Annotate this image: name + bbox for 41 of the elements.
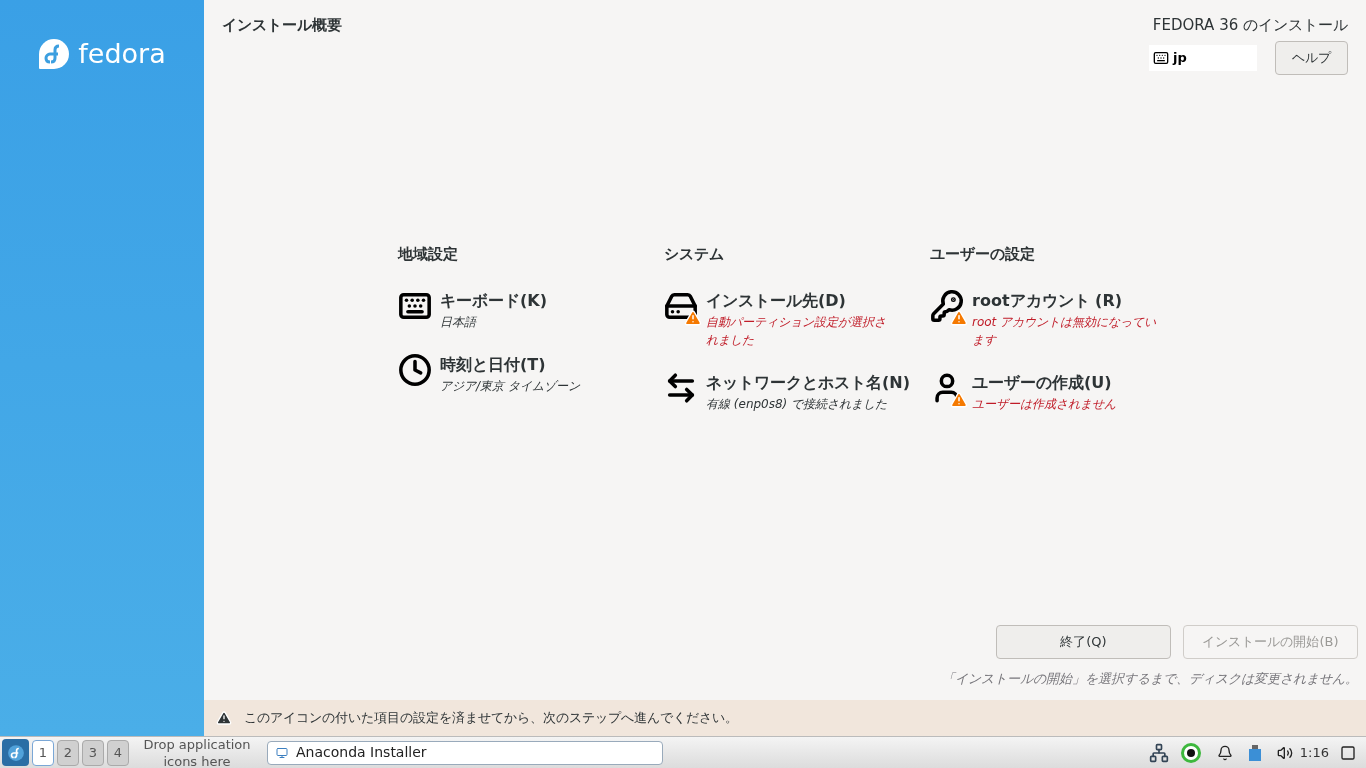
volume-icon[interactable] bbox=[1276, 744, 1293, 761]
spoke-status: ユーザーは作成されません bbox=[972, 396, 1117, 413]
workspace-button[interactable]: 3 bbox=[82, 739, 104, 766]
notification-icon[interactable] bbox=[1216, 744, 1233, 761]
key-icon[interactable] bbox=[930, 289, 964, 323]
task-button[interactable]: Anaconda Installer bbox=[267, 740, 663, 765]
workspace-button[interactable]: 4 bbox=[107, 739, 129, 766]
workspace-button[interactable]: 2 bbox=[57, 739, 79, 766]
action-button[interactable]: 終了(Q) bbox=[996, 624, 1171, 659]
page-title: インストール概要 bbox=[222, 15, 342, 36]
spoke-status: 自動パーティション設定が選択されました bbox=[706, 314, 887, 349]
launcher-hint: Drop application icons here bbox=[142, 735, 252, 768]
clock-icon[interactable] bbox=[398, 353, 432, 387]
logo-icon bbox=[38, 38, 71, 71]
spoke-title[interactable]: rootアカウント (R) bbox=[972, 289, 1162, 313]
spoke-status: root アカウントは無効になっています bbox=[972, 314, 1158, 349]
warning-icon bbox=[216, 710, 232, 726]
workspace-button[interactable]: 1 bbox=[32, 739, 54, 766]
show-desktop-icon[interactable] bbox=[1340, 744, 1356, 761]
logo-text: fedora bbox=[78, 37, 166, 71]
network-icon[interactable] bbox=[1148, 742, 1169, 763]
help-button[interactable]: ヘルプ bbox=[1275, 40, 1348, 75]
spoke-title[interactable]: ユーザーの作成(U) bbox=[972, 371, 1162, 395]
product-title: FEDORA 36 のインストール bbox=[1152, 15, 1348, 36]
spoke-title[interactable]: キーボード(K) bbox=[440, 289, 630, 313]
spoke-status: 有線 (enp0s8) で接続されました bbox=[706, 396, 889, 413]
category-heading: システム bbox=[664, 243, 725, 265]
fedora-menu-icon[interactable] bbox=[2, 739, 29, 766]
disk-change-note: 「インストールの開始」を選択するまで、ディスクは変更されません。 bbox=[942, 669, 1358, 688]
record-icon[interactable] bbox=[1179, 741, 1202, 764]
category-heading: ユーザーの設定 bbox=[930, 243, 1036, 265]
spoke-status: 日本語 bbox=[440, 314, 478, 331]
spoke-title[interactable]: ネットワークとホスト名(N) bbox=[706, 371, 910, 395]
warning-message: このアイコンの付いた項目の設定を済ませてから、次のステップへ進んでください。 bbox=[244, 709, 738, 728]
clock[interactable]: 1:16 bbox=[1299, 742, 1329, 763]
category-heading: 地域設定 bbox=[398, 243, 459, 265]
window-icon bbox=[276, 746, 288, 759]
spoke-title[interactable]: インストール先(D) bbox=[706, 289, 896, 313]
spoke-status: アジア/東京 タイムゾーン bbox=[440, 378, 581, 395]
spoke-title[interactable]: 時刻と日付(T) bbox=[440, 353, 630, 377]
keyboard-layout-indicator[interactable]: jp bbox=[1149, 44, 1257, 71]
